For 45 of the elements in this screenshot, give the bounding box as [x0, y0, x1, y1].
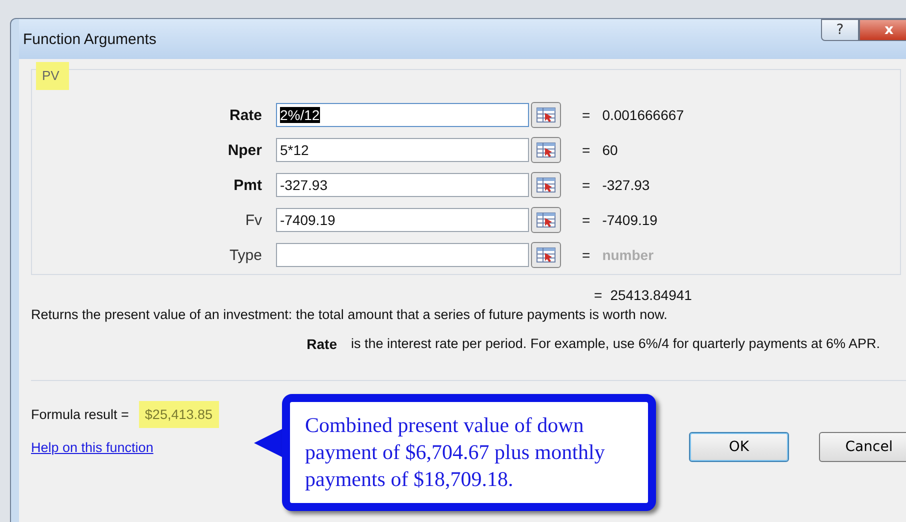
range-select-icon	[536, 107, 556, 123]
range-select-button[interactable]	[531, 207, 561, 233]
range-select-button[interactable]	[531, 172, 561, 198]
equals-sign: =	[582, 212, 590, 228]
range-select-button[interactable]	[531, 137, 561, 163]
range-select-icon	[536, 142, 556, 158]
help-button[interactable]: ?	[821, 19, 859, 41]
argument-label: Rate	[228, 106, 262, 124]
argument-result: -7409.19	[602, 212, 658, 228]
range-select-icon	[536, 247, 556, 263]
help-link[interactable]: Help on this function	[31, 440, 154, 454]
callout: Combined present value of down payment of $6,704.67 plus monthly payments of $18,709.18.	[282, 394, 656, 511]
result-value: 25413.84941	[610, 287, 692, 303]
equals-sign: =	[582, 142, 590, 158]
argument-label: Pmt	[232, 176, 262, 194]
dialog-button[interactable]: Cancel	[819, 432, 906, 462]
range-select-icon	[536, 212, 556, 228]
close-button[interactable]: x	[859, 19, 906, 41]
range-select-button[interactable]	[531, 242, 561, 268]
input-field[interactable]: -327.93	[276, 173, 529, 197]
ok-button[interactable]: OK	[689, 432, 789, 462]
range-select-icon	[536, 177, 556, 193]
equals-sign: =	[582, 107, 590, 123]
formula-result-value: $25,413.85	[138, 401, 218, 428]
argument-result: 60	[602, 142, 618, 158]
formula-result-label: Formula result =	[31, 407, 129, 422]
function-name: PV	[36, 62, 70, 90]
argument-description: is the interest rate per period. For example, use 6%/4 for quarterly payments at 6% APR.	[351, 336, 882, 352]
range-select-button[interactable]	[531, 102, 561, 128]
equals-sign: =	[582, 247, 590, 263]
argument-label: Fv	[244, 212, 262, 228]
equals-sign: =	[594, 287, 602, 303]
input-field[interactable]: -7409.19	[276, 208, 529, 232]
argument-label: Type	[228, 246, 262, 264]
input-field[interactable]: 2%/12	[276, 103, 529, 127]
input-field[interactable]: 5*12	[276, 138, 529, 162]
argument-result: -327.93	[602, 177, 650, 193]
equals-sign: =	[582, 177, 590, 193]
argument-label: Nper	[226, 142, 262, 158]
argument-result: 0.001666667	[602, 107, 684, 123]
input-field[interactable]	[276, 243, 529, 267]
argument-name: Rate	[306, 336, 337, 352]
window-title: Function Arguments	[22, 30, 156, 48]
function-description: Returns the present value of an investment: the total amount that a series of future payments is worth now.	[31, 307, 668, 322]
argument-result: number	[602, 247, 654, 263]
